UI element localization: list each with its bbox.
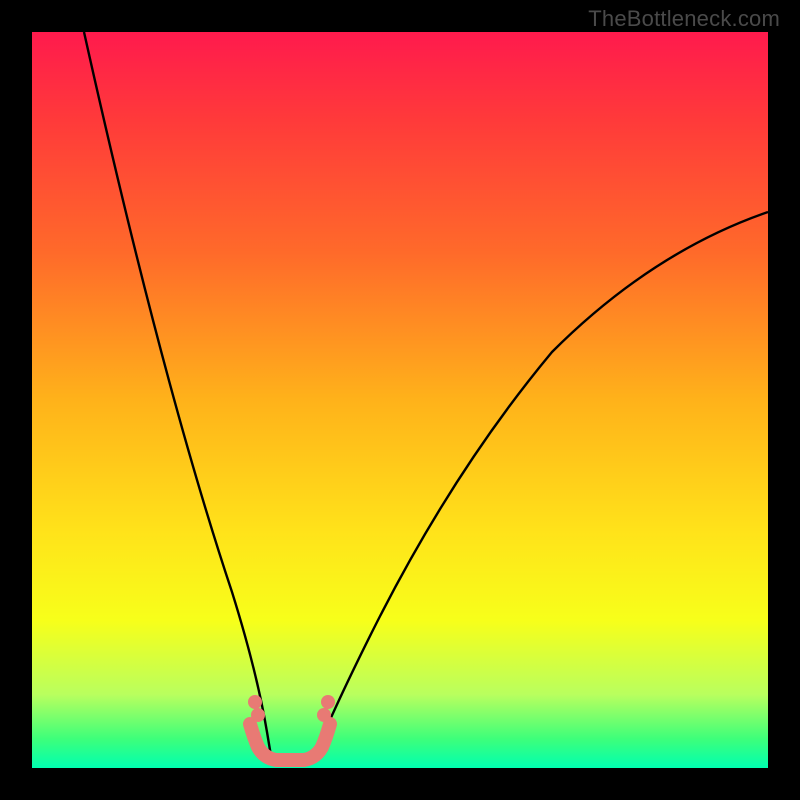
accent-bead bbox=[248, 695, 262, 709]
right-curve bbox=[312, 212, 768, 762]
accent-bead bbox=[321, 695, 335, 709]
floor-accent bbox=[250, 724, 330, 760]
watermark-text: TheBottleneck.com bbox=[588, 6, 780, 32]
plot-background bbox=[32, 32, 768, 768]
chart-container: TheBottleneck.com bbox=[0, 0, 800, 800]
accent-bead bbox=[251, 708, 265, 722]
accent-bead bbox=[317, 708, 331, 722]
curve-layer bbox=[32, 32, 768, 768]
left-curve bbox=[84, 32, 272, 762]
